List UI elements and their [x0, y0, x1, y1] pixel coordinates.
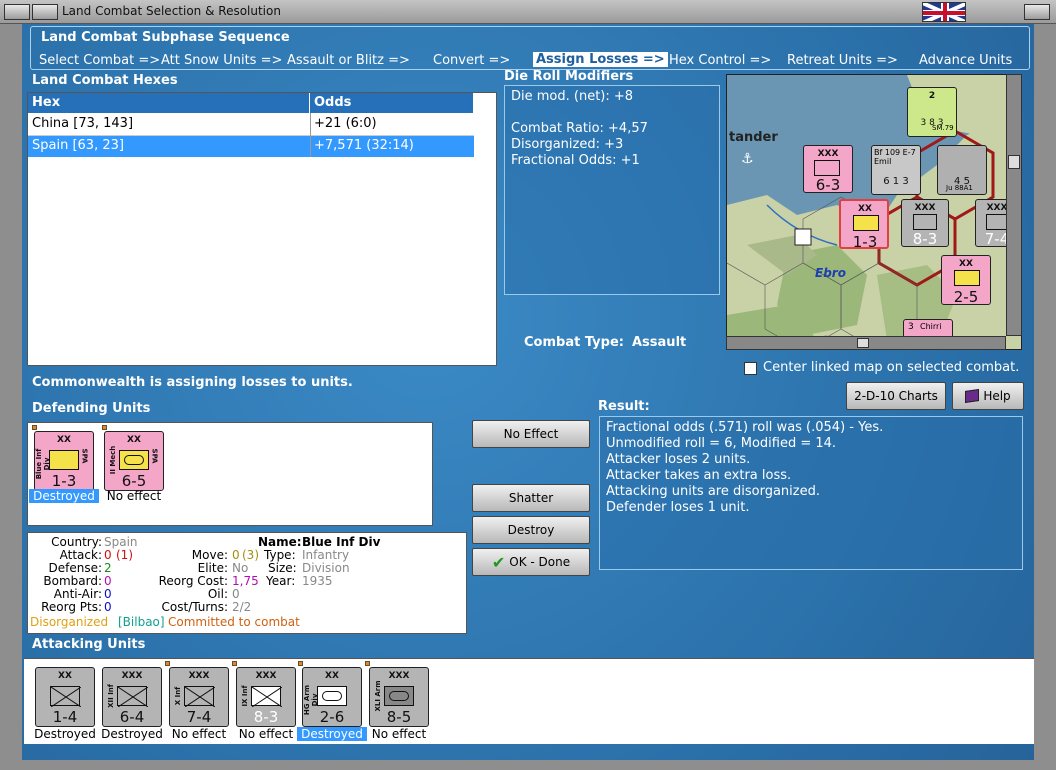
close-button[interactable]	[1024, 4, 1050, 20]
attacker-status: Destroyed	[297, 727, 367, 741]
result-line: Attacker loses 2 units.	[606, 452, 751, 467]
subphase-sequence: Land Combat Subphase Sequence Select Com…	[30, 26, 1030, 70]
hexes-header: Land Combat Hexes	[32, 73, 178, 88]
game-window: Land Combat Selection & Resolution Land …	[0, 0, 1056, 770]
step-att-snow[interactable]: Att Snow Units =>	[161, 53, 282, 68]
attacker-ix-inf[interactable]: XXX IX Inf 8-3	[236, 667, 296, 727]
shatter-button[interactable]: Shatter	[472, 484, 590, 512]
step-retreat[interactable]: Retreat Units =>	[787, 53, 898, 68]
result-line: Defender loses 1 unit.	[606, 500, 750, 515]
map-label-ebro: Ebro	[815, 266, 846, 280]
hex-cell: China [73, 143]	[32, 116, 134, 131]
hexes-table: Hex Odds China [73, 143] +21 (6:0) Spain…	[27, 92, 497, 366]
result-line: Attacking units are disorganized.	[606, 484, 820, 499]
table-row-selected[interactable]: Spain [63, 23] +7,571 (32:14)	[28, 136, 474, 157]
drm-line: Fractional Odds: +1	[511, 153, 640, 168]
map-horizontal-scrollbar[interactable]	[726, 336, 1006, 350]
drm-line: Die mod. (net): +8	[511, 89, 634, 104]
map-unit-cav[interactable]: XX 2-5	[941, 255, 991, 306]
defender-status: Destroyed	[29, 489, 99, 503]
result-panel: Fractional odds (.571) roll was (.054) -…	[599, 416, 1023, 570]
drm-header: Die Roll Modifiers	[504, 69, 634, 84]
attacking-header: Attacking Units	[32, 637, 146, 652]
map-unit-xxx-8-3[interactable]: XXX 8-3	[901, 199, 949, 248]
defender-ii-mech[interactable]: XX II Mech SPA 6-5	[104, 431, 164, 491]
step-convert[interactable]: Convert =>	[433, 53, 510, 68]
step-assault-blitz[interactable]: Assault or Blitz =>	[287, 53, 410, 68]
mountain-icon	[794, 228, 812, 246]
window-title: Land Combat Selection & Resolution	[62, 4, 281, 18]
odds-cell: +7,571 (32:14)	[314, 138, 414, 153]
map-vertical-scrollbar[interactable]	[1006, 74, 1022, 336]
checkmark-icon: ✔	[491, 552, 506, 572]
book-icon	[965, 389, 980, 403]
system-menu-button[interactable]	[4, 4, 30, 20]
map-unit-ju88[interactable]: 4 5 Ju 88A1	[937, 145, 987, 195]
defending-header: Defending Units	[32, 401, 151, 416]
subphase-header: Land Combat Subphase Sequence	[41, 30, 290, 45]
attacker-status: No effect	[238, 727, 294, 741]
drm-line: Combat Ratio: +4,57	[511, 121, 648, 136]
attacker-xli-arm[interactable]: XXX XLI Arm 8-5	[369, 667, 429, 727]
combat-type-label: Combat Type:	[524, 335, 624, 350]
drm-panel: Die mod. (net): +8 Combat Ratio: +4,57 D…	[504, 85, 720, 295]
table-row[interactable]: China [73, 143] +21 (6:0)	[28, 114, 474, 135]
odds-cell: +21 (6:0)	[314, 116, 377, 131]
map-unit-blue-inf-div[interactable]: XX 1-3	[839, 199, 889, 251]
assigning-text: Commonwealth is assigning losses to unit…	[32, 375, 353, 390]
step-assign-losses[interactable]: Assign Losses =>	[533, 52, 668, 67]
anchor-icon: ⚓	[741, 151, 754, 167]
destroy-button[interactable]: Destroy	[472, 516, 590, 544]
charts-button[interactable]: 2-D-10 Charts	[846, 382, 946, 410]
minimize-button[interactable]	[32, 4, 58, 20]
linked-map[interactable]: tander Ebro SPAIN ⚓ 2 3 8 3 SM.79 Bf 109…	[726, 74, 1022, 350]
attacker-xx-1-4[interactable]: XX 1-4	[35, 667, 95, 727]
no-effect-button[interactable]: No Effect	[472, 420, 590, 448]
ok-done-button[interactable]: ✔ OK - Done	[472, 548, 590, 576]
combat-type-value: Assault	[632, 335, 687, 350]
attacker-status: Destroyed	[101, 727, 163, 741]
center-map-label: Center linked map on selected combat.	[763, 360, 1020, 375]
map-unit-xxx-6-3[interactable]: XXX 6-3	[803, 145, 853, 194]
attacker-x-inf[interactable]: XXX X Inf 7-4	[169, 667, 229, 727]
result-header: Result:	[598, 399, 650, 414]
result-line: Fractional odds (.571) roll was (.054) -…	[606, 420, 884, 435]
attacker-status: No effect	[371, 727, 427, 741]
attacker-xii-inf[interactable]: XXX XII Inf 6-4	[102, 667, 162, 727]
main-panel: Land Combat Subphase Sequence Select Com…	[22, 24, 1034, 760]
map-unit-bf109[interactable]: Bf 109 E-7 Emil 6 1 3	[871, 145, 921, 195]
center-map-checkbox[interactable]	[744, 362, 757, 375]
hex-cell: Spain [63, 23]	[32, 138, 124, 153]
result-line: Unmodified roll = 6, Modified = 14.	[606, 436, 837, 451]
defending-units-list: XX Blue Inf Div SPA 1-3 Destroyed XX II …	[27, 422, 433, 526]
attacker-status: Destroyed	[34, 727, 96, 741]
map-label-tander: tander	[729, 130, 778, 145]
defender-status: No effect	[106, 489, 162, 503]
attacking-units-list: XX 1-4 Destroyed XXX XII Inf 6-4 Destroy…	[24, 658, 1034, 744]
step-select-combat[interactable]: Select Combat =>	[39, 53, 160, 68]
step-advance[interactable]: Advance Units	[919, 53, 1012, 68]
result-line: Attacker takes an extra loss.	[606, 468, 792, 483]
title-bar: Land Combat Selection & Resolution	[0, 0, 1056, 24]
attacker-status: No effect	[171, 727, 227, 741]
step-hex-control[interactable]: Hex Control =>	[669, 53, 771, 68]
uk-flag-icon	[922, 2, 966, 22]
unit-info-panel: Country: Spain Attack: 0 (1) Defense: 2 …	[27, 532, 467, 634]
attacker-hg-arm-div[interactable]: XX HG Arm Div 2-6	[302, 667, 362, 727]
help-button[interactable]: Help	[952, 382, 1024, 410]
col-hex[interactable]: Hex	[28, 93, 310, 113]
defender-blue-inf-div[interactable]: XX Blue Inf Div SPA 1-3	[34, 431, 94, 491]
col-odds[interactable]: Odds	[310, 93, 474, 113]
drm-line: Disorganized: +3	[511, 137, 624, 152]
map-unit-sm79[interactable]: 2 3 8 3 SM.79	[907, 87, 957, 137]
